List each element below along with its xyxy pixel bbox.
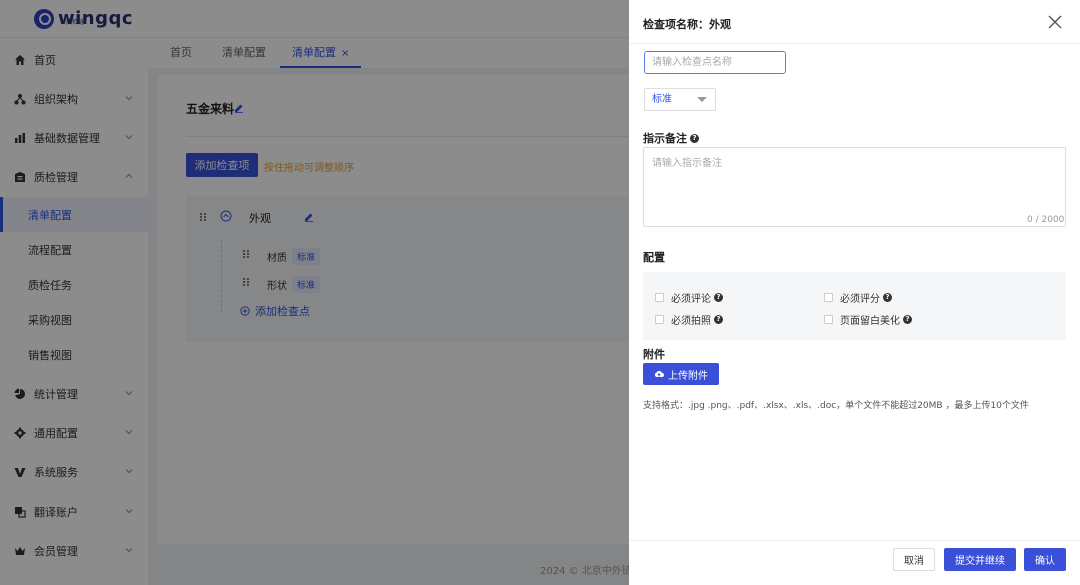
confirm-button[interactable]: 确认 xyxy=(1024,548,1066,571)
cancel-button[interactable]: 取消 xyxy=(893,548,935,571)
page-whitespace-checkbox[interactable]: 页面留白美化? xyxy=(824,312,912,327)
config-options-box xyxy=(643,272,1066,340)
help-icon[interactable]: ? xyxy=(883,293,892,302)
checkbox-box[interactable] xyxy=(824,293,833,302)
must-photo-checkbox[interactable]: 必须拍照? xyxy=(655,312,723,327)
checkbox-box[interactable] xyxy=(655,293,664,302)
checkbox-box[interactable] xyxy=(824,315,833,324)
upload-hint: 支持格式：.jpg .png、.pdf、.xlsx、.xls、.doc，单个文件… xyxy=(643,401,1029,411)
help-icon[interactable]: ? xyxy=(690,133,699,143)
must-score-checkbox[interactable]: 必须评分? xyxy=(824,290,892,305)
help-icon[interactable]: ? xyxy=(903,315,912,324)
type-select-value: 标准 xyxy=(652,94,672,105)
check-point-name-input[interactable] xyxy=(644,51,786,74)
check-point-drawer: 检查项名称：外观 标准 指示备注? 0 / 2000 配置 必须评论? 必须评分… xyxy=(629,0,1080,585)
remark-char-count: 0 / 2000 xyxy=(1027,215,1065,225)
checkbox-box[interactable] xyxy=(655,315,664,324)
upload-attachment-button[interactable]: 上传附件 xyxy=(643,363,719,385)
close-icon[interactable] xyxy=(1047,14,1063,30)
caret-down-icon xyxy=(697,97,707,102)
remark-textarea[interactable] xyxy=(643,147,1066,227)
config-section-label: 配置 xyxy=(643,251,665,264)
type-select[interactable]: 标准 xyxy=(644,88,716,111)
drawer-title: 检查项名称：外观 xyxy=(643,18,731,31)
help-icon[interactable]: ? xyxy=(714,293,723,302)
help-icon[interactable]: ? xyxy=(714,315,723,324)
cloud-upload-icon xyxy=(654,370,664,377)
remark-section-label: 指示备注? xyxy=(643,130,699,146)
attachment-section-label: 附件 xyxy=(643,348,665,361)
submit-continue-button[interactable]: 提交并继续 xyxy=(944,548,1016,571)
drawer-header: 检查项名称：外观 xyxy=(629,0,1080,44)
must-comment-checkbox[interactable]: 必须评论? xyxy=(655,290,723,305)
